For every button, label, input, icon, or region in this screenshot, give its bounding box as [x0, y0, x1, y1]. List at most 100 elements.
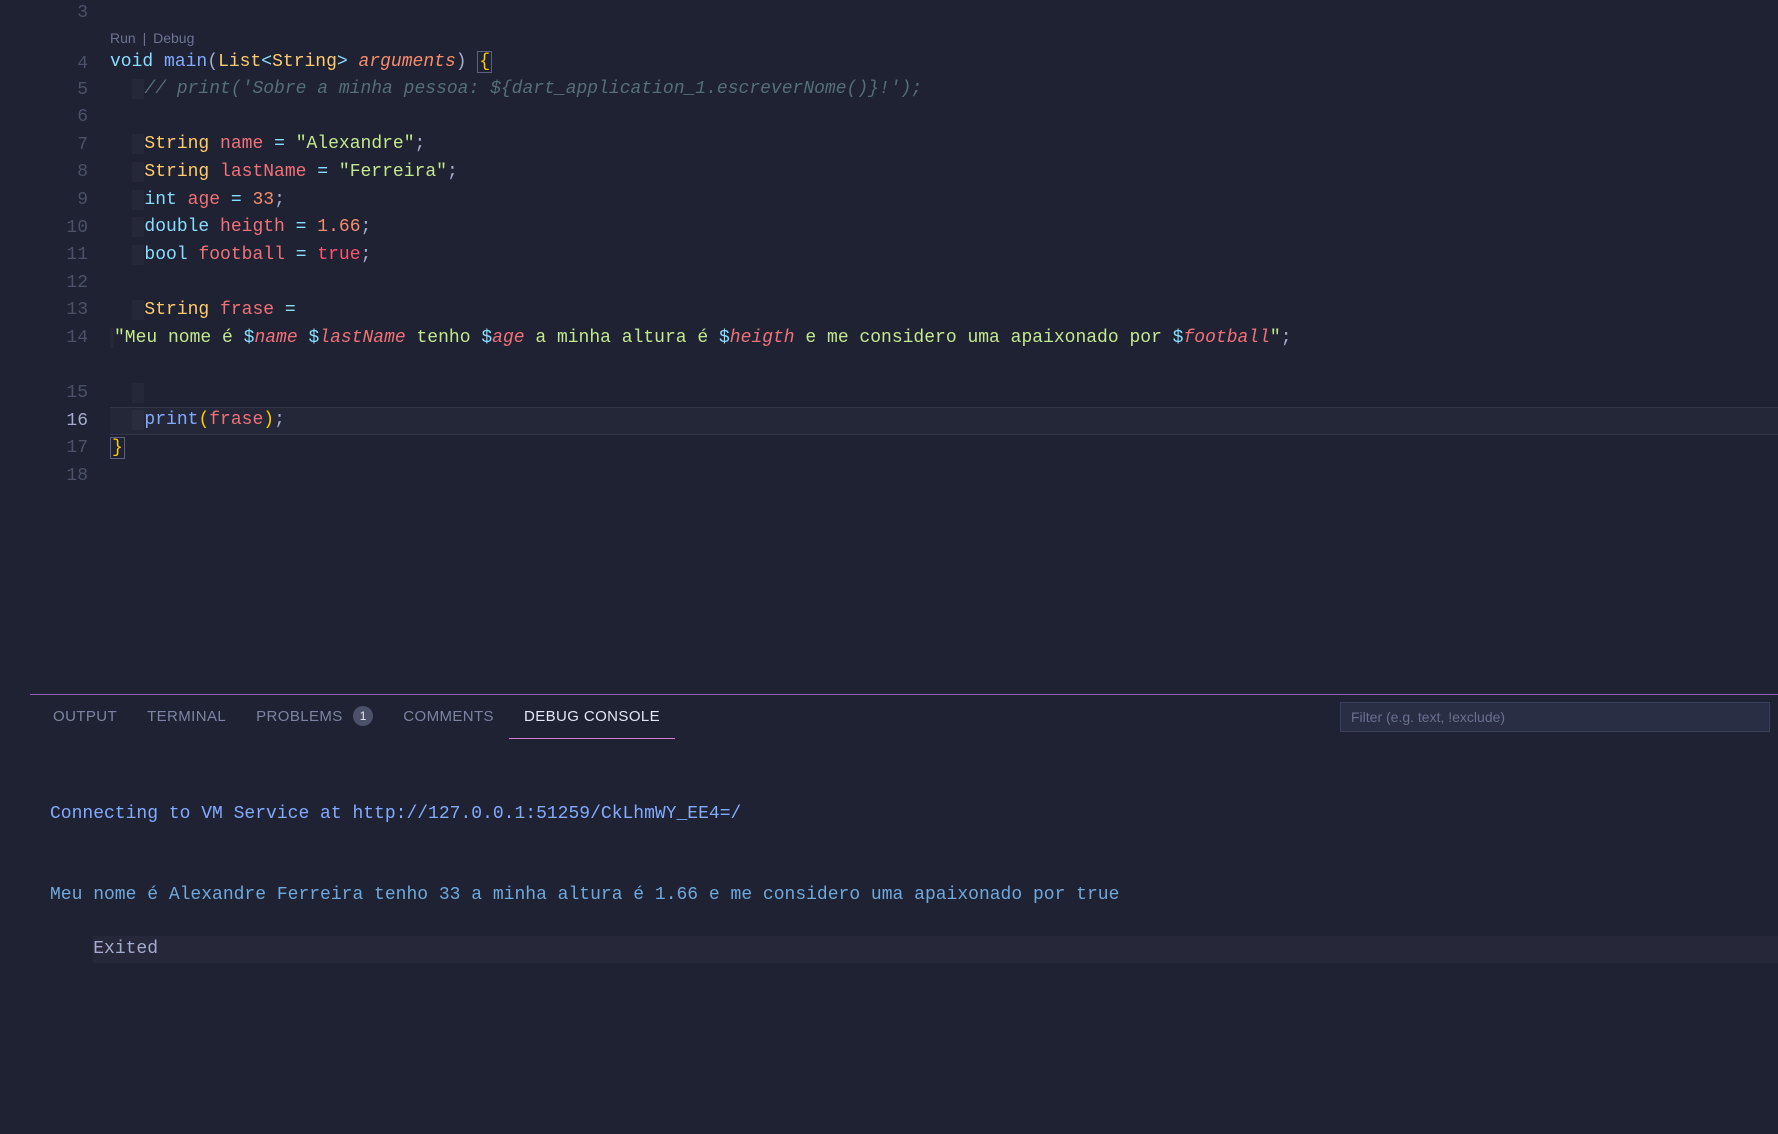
type: int	[144, 190, 176, 210]
console-line: Exited	[93, 936, 1778, 963]
line-number: 9	[0, 187, 110, 215]
semicolon: ;	[361, 217, 372, 237]
line-number-active: 16	[0, 408, 110, 436]
space	[467, 52, 478, 72]
line-number: 17	[0, 435, 110, 463]
var-name: football	[198, 245, 284, 265]
interp-var: lastName	[319, 328, 405, 348]
semicolon: ;	[447, 162, 458, 182]
type: bool	[144, 245, 187, 265]
param-arguments: arguments	[359, 52, 456, 72]
tab-terminal[interactable]: TERMINAL	[132, 695, 241, 739]
codelens-run[interactable]: Run	[110, 30, 136, 46]
semicolon: ;	[274, 190, 285, 210]
number-literal: 1.66	[317, 217, 360, 237]
tab-problems[interactable]: PROBLEMS 1	[241, 695, 388, 739]
angle-close: >	[337, 52, 348, 72]
var-name: heigth	[220, 217, 285, 237]
code-line[interactable]: "Meu nome é $name $lastName tenho $age a…	[110, 325, 1778, 380]
code-line[interactable]: int age = 33;	[110, 187, 1778, 215]
brace-open: {	[477, 51, 492, 73]
code-line[interactable]	[110, 380, 1778, 408]
string-literal: "Alexandre"	[296, 134, 415, 154]
string-part	[298, 328, 309, 348]
line-number: 5	[0, 77, 110, 105]
semicolon: ;	[361, 245, 372, 265]
paren-close: )	[456, 52, 467, 72]
console-line: Connecting to VM Service at http://127.0…	[50, 801, 1758, 828]
line-number: 8	[0, 159, 110, 187]
type: String	[144, 162, 209, 182]
comment: // print('Sobre a minha pessoa: ${dart_a…	[144, 79, 922, 99]
code-line[interactable]	[110, 104, 1778, 132]
bool-literal: true	[317, 245, 360, 265]
op-eq: =	[317, 162, 328, 182]
var-name: name	[220, 134, 263, 154]
line-number: 18	[0, 463, 110, 491]
code-line[interactable]	[110, 463, 1778, 491]
type: String	[144, 300, 209, 320]
bottom-panel: OUTPUT TERMINAL PROBLEMS 1 COMMENTS DEBU…	[30, 694, 1778, 1134]
type-string: String	[272, 52, 337, 72]
interp-dollar: $	[244, 328, 255, 348]
line-number: 3	[0, 0, 110, 28]
line-number: 10	[0, 215, 110, 243]
op-eq: =	[274, 134, 285, 154]
tab-debug-console[interactable]: DEBUG CONSOLE	[509, 695, 675, 739]
op-eq: =	[231, 190, 242, 210]
console-line: Meu nome é Alexandre Ferreira tenho 33 a…	[50, 882, 1758, 909]
code-line-active[interactable]: print(frase);	[110, 407, 1778, 435]
tab-output[interactable]: OUTPUT	[38, 695, 132, 739]
paren-close: )	[263, 410, 274, 430]
debug-console-output[interactable]: Connecting to VM Service at http://127.0…	[30, 739, 1778, 998]
string-part: tenho	[406, 328, 482, 348]
interp-var: football	[1183, 328, 1269, 348]
code-line[interactable]: }	[110, 435, 1778, 463]
semicolon: ;	[415, 134, 426, 154]
code-line[interactable]	[110, 269, 1778, 297]
string-literal: "Ferreira"	[339, 162, 447, 182]
problems-badge: 1	[353, 706, 373, 726]
interp-dollar: $	[481, 328, 492, 348]
code-line[interactable]: String frase =	[110, 297, 1778, 325]
codelens: Run | Debug	[110, 28, 1778, 49]
function-main: main	[164, 52, 207, 72]
keyword-void: void	[110, 52, 153, 72]
code-line[interactable]: // print('Sobre a minha pessoa: ${dart_a…	[110, 76, 1778, 104]
tab-problems-label: PROBLEMS	[256, 708, 343, 725]
op-eq: =	[296, 245, 307, 265]
line-number: 6	[0, 104, 110, 132]
code-line[interactable]: String name = "Alexandre";	[110, 131, 1778, 159]
filter-container	[1340, 702, 1770, 732]
function-print: print	[144, 410, 198, 430]
brace-close: }	[110, 437, 125, 459]
op-eq: =	[296, 217, 307, 237]
paren-open: (	[207, 52, 218, 72]
interp-dollar: $	[1173, 328, 1184, 348]
panel-tabbar: OUTPUT TERMINAL PROBLEMS 1 COMMENTS DEBU…	[30, 695, 1778, 739]
type: String	[144, 134, 209, 154]
code-line[interactable]: double heigth = 1.66;	[110, 214, 1778, 242]
codelens-debug[interactable]: Debug	[153, 30, 194, 46]
interp-var: age	[492, 328, 524, 348]
line-number: 7	[0, 132, 110, 160]
line-number: 13	[0, 297, 110, 325]
code-line[interactable]: bool football = true;	[110, 242, 1778, 270]
string-part: "	[1270, 328, 1281, 348]
code-line[interactable]: String lastName = "Ferreira";	[110, 159, 1778, 187]
code-line[interactable]: void main(List<String> arguments) {	[110, 49, 1778, 77]
codelens-separator: |	[143, 30, 147, 46]
type-list: List	[218, 52, 261, 72]
interp-dollar: $	[719, 328, 730, 348]
line-number: 15	[0, 380, 110, 408]
line-number: 12	[0, 270, 110, 298]
space	[348, 52, 359, 72]
angle-open: <	[261, 52, 272, 72]
code-content[interactable]: Run | Debug void main(List<String> argum…	[110, 0, 1778, 694]
string-part: "Meu nome é	[114, 328, 244, 348]
semicolon: ;	[1281, 328, 1292, 348]
tab-comments[interactable]: COMMENTS	[388, 695, 509, 739]
filter-input[interactable]	[1340, 702, 1770, 732]
code-line[interactable]	[110, 0, 1778, 28]
line-number: 11	[0, 242, 110, 270]
